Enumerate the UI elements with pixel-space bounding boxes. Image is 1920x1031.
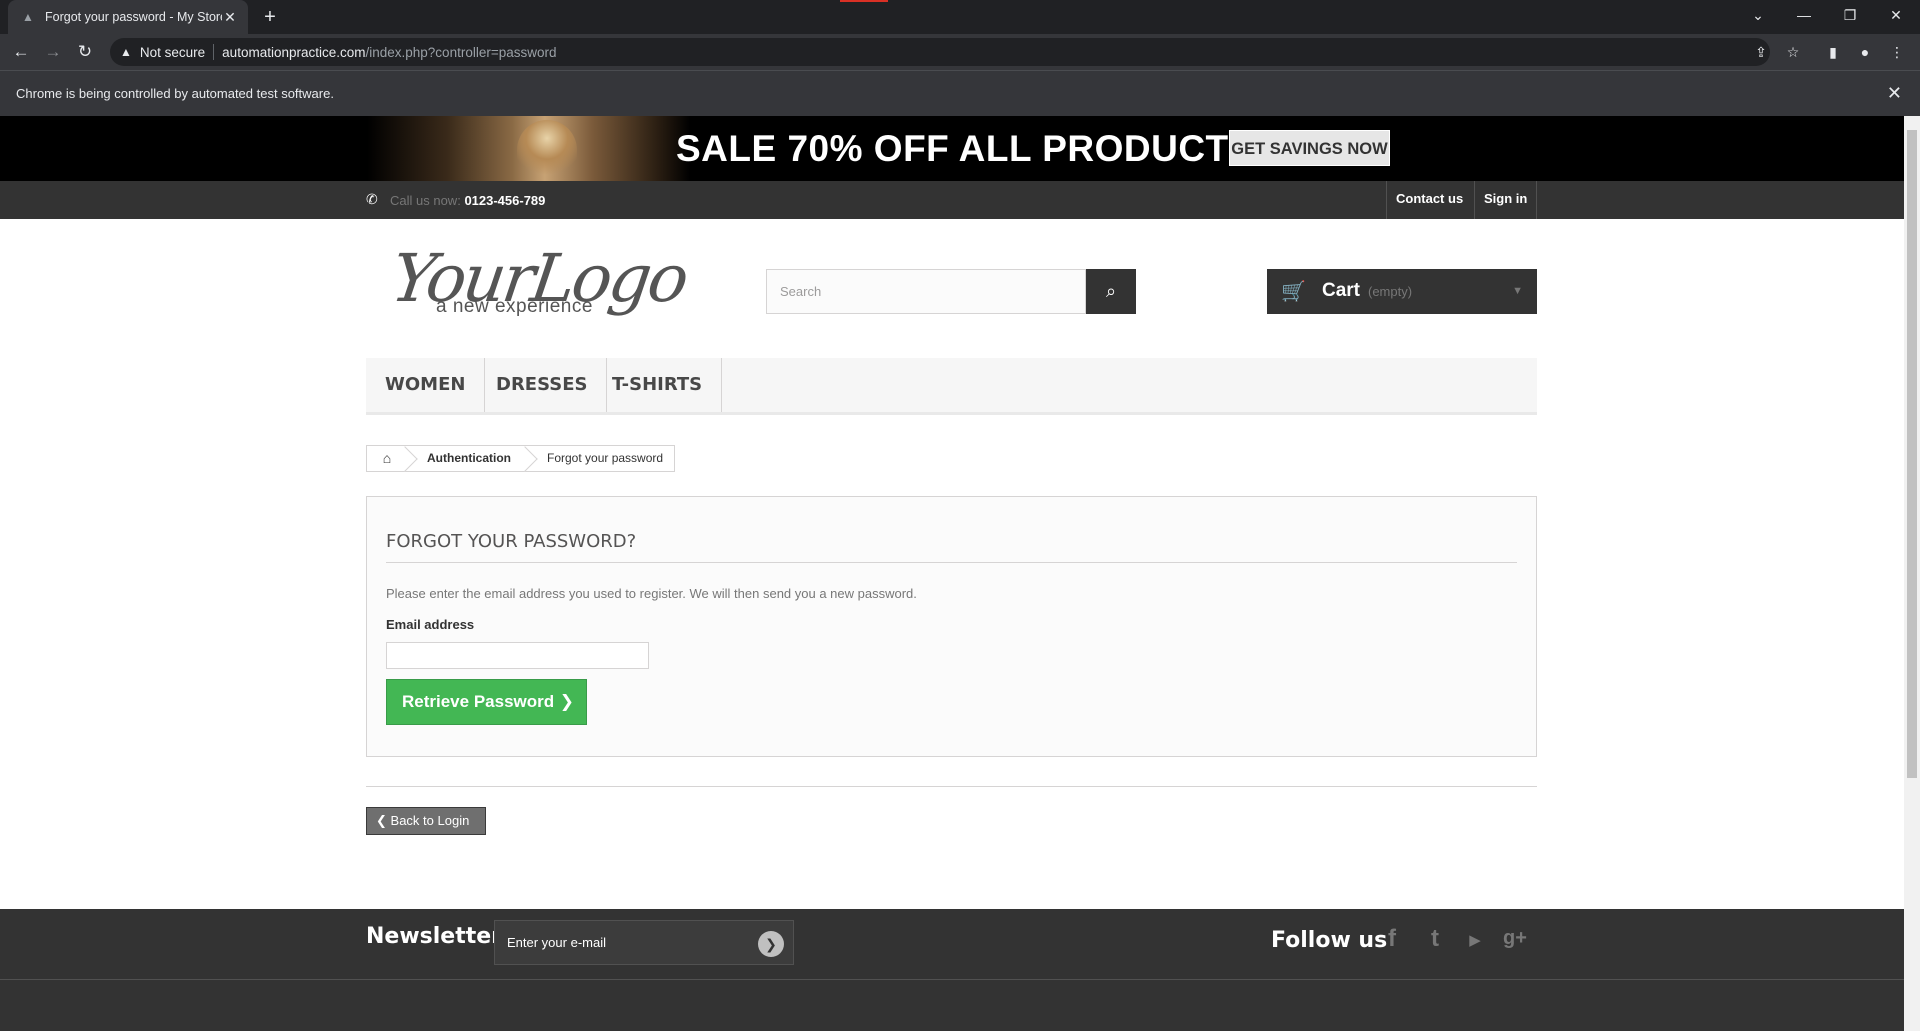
footer: Newsletter Enter your e-mail ❯ Follow us…	[0, 909, 1904, 1031]
menu-item-tshirts[interactable]: T-SHIRTS	[593, 358, 723, 412]
reload-icon[interactable]: ↻	[73, 40, 97, 64]
breadcrumb-current-label: Forgot your password	[547, 451, 664, 465]
profile-icon[interactable]: ●	[1853, 40, 1877, 64]
chevron-down-icon: ▼	[1512, 285, 1523, 297]
page-title: FORGOT YOUR PASSWORD?	[386, 531, 1517, 563]
top-nav-bar: ✆ Call us now: 0123-456-789 Contact us S…	[0, 181, 1904, 219]
page-scrollbar[interactable]	[1904, 116, 1920, 1031]
logo-tagline: a new experience	[436, 296, 593, 317]
tab-title: Forgot your password - My Store	[45, 10, 222, 24]
breadcrumb: ⌂ Authentication Forgot your password	[366, 445, 676, 472]
browser-tabstrip: ▲ Forgot your password - My Store ✕ + ⌄ …	[0, 0, 1920, 34]
divider	[366, 786, 1537, 787]
browser-toolbar: ← → ↻ ▲ Not secure automationpractice.co…	[0, 34, 1920, 70]
window-close-icon[interactable]: ✕	[1873, 0, 1919, 30]
retrieve-password-button[interactable]: Retrieve Password ❯	[386, 679, 587, 725]
infobar-message: Chrome is being controlled by automated …	[16, 86, 334, 101]
search-icon: ⌕	[1105, 281, 1117, 301]
url-host: automationpractice.com	[222, 44, 366, 60]
browser-tab[interactable]: ▲ Forgot your password - My Store ✕	[8, 0, 248, 34]
bookmark-star-icon[interactable]: ☆	[1781, 40, 1805, 64]
promo-banner[interactable]: SALE 70% OFF ALL PRODUCTS GET SAVINGS NO…	[0, 116, 1904, 181]
side-panel-icon[interactable]: ▮	[1821, 40, 1845, 64]
cart-button[interactable]: 🛒 Cart (empty) ▼	[1267, 269, 1537, 314]
url-path: /index.php?controller=password	[365, 44, 557, 60]
phone-number: 0123-456-789	[464, 193, 546, 208]
get-savings-button[interactable]: GET SAVINGS NOW	[1229, 130, 1390, 166]
omnibox-divider	[213, 44, 215, 60]
cart-label: Cart	[1322, 280, 1361, 301]
call-label: Call us now:	[390, 193, 461, 208]
infobar-close-icon[interactable]: ✕	[1887, 83, 1902, 104]
menu-item-women[interactable]: WOMEN	[366, 358, 486, 412]
scrollbar-thumb[interactable]	[1907, 130, 1917, 778]
minimize-icon[interactable]: —	[1781, 0, 1827, 30]
forgot-password-form: FORGOT YOUR PASSWORD? Please enter the e…	[366, 496, 1537, 757]
back-arrow-icon[interactable]: ←	[9, 40, 33, 64]
breadcrumb-authentication[interactable]: Authentication	[407, 446, 527, 471]
recording-indicator	[840, 0, 888, 2]
warning-icon: ▲	[120, 45, 132, 59]
phone-icon: ✆	[366, 191, 378, 207]
cart-icon: 🛒	[1281, 281, 1306, 303]
banner-headline: SALE 70% OFF ALL PRODUCTS	[676, 128, 1254, 169]
email-label: Email address	[386, 617, 475, 632]
security-label[interactable]: Not secure	[140, 45, 205, 60]
youtube-icon[interactable]: ▶	[1460, 931, 1490, 949]
chevron-right-icon: ❯	[559, 692, 574, 711]
newsletter-heading: Newsletter	[366, 924, 503, 949]
back-to-login-button[interactable]: ❮ Back to Login	[366, 807, 486, 835]
form-instructions: Please enter the email address you used …	[386, 586, 917, 601]
main-menu: WOMEN DRESSES T-SHIRTS	[366, 358, 1537, 415]
page-viewport: SALE 70% OFF ALL PRODUCTS GET SAVINGS NO…	[0, 116, 1904, 1031]
menu-kebab-icon[interactable]: ⋮	[1885, 40, 1909, 64]
retrieve-password-label: Retrieve Password	[402, 692, 555, 711]
forward-arrow-icon[interactable]: →	[41, 40, 65, 64]
banner-model-image	[367, 116, 690, 181]
breadcrumb-current: Forgot your password	[527, 446, 674, 471]
facebook-icon[interactable]: f	[1377, 925, 1407, 953]
back-to-login-label: Back to Login	[390, 813, 470, 828]
store-favicon-icon: ▲	[22, 10, 34, 24]
search-input[interactable]: Search	[766, 269, 1086, 314]
address-bar[interactable]: ▲ Not secure automationpractice.com /ind…	[110, 38, 1770, 66]
newsletter-submit-icon[interactable]: ❯	[758, 931, 784, 957]
menu-item-dresses[interactable]: DRESSES	[477, 358, 608, 412]
breadcrumb-authentication-label: Authentication	[427, 451, 511, 465]
call-us-text: Call us now: 0123-456-789	[390, 193, 545, 208]
automation-infobar: Chrome is being controlled by automated …	[0, 70, 1920, 116]
chevron-left-icon: ❮	[376, 813, 387, 828]
twitter-icon[interactable]: t	[1420, 925, 1450, 953]
store-logo[interactable]: YourLogo a new experience	[387, 240, 691, 334]
cart-status: (empty)	[1368, 284, 1413, 299]
follow-us-heading: Follow us	[1271, 928, 1388, 953]
search-button[interactable]: ⌕	[1086, 269, 1136, 314]
share-icon[interactable]: ⇪	[1749, 40, 1773, 64]
tab-close-icon[interactable]: ✕	[222, 9, 238, 26]
newsletter-email-input[interactable]: Enter your e-mail	[494, 920, 794, 965]
email-field[interactable]	[386, 642, 649, 669]
google-plus-icon[interactable]: g+	[1500, 927, 1530, 950]
footer-lower	[0, 979, 1904, 1031]
sign-in-link[interactable]: Sign in	[1474, 181, 1538, 219]
home-icon: ⌂	[382, 450, 392, 466]
new-tab-button[interactable]: +	[258, 5, 282, 29]
tab-search-icon[interactable]: ⌄	[1735, 0, 1781, 30]
breadcrumb-home[interactable]: ⌂	[367, 446, 407, 471]
contact-us-link[interactable]: Contact us	[1386, 181, 1472, 219]
restore-icon[interactable]: ❐	[1827, 0, 1873, 30]
